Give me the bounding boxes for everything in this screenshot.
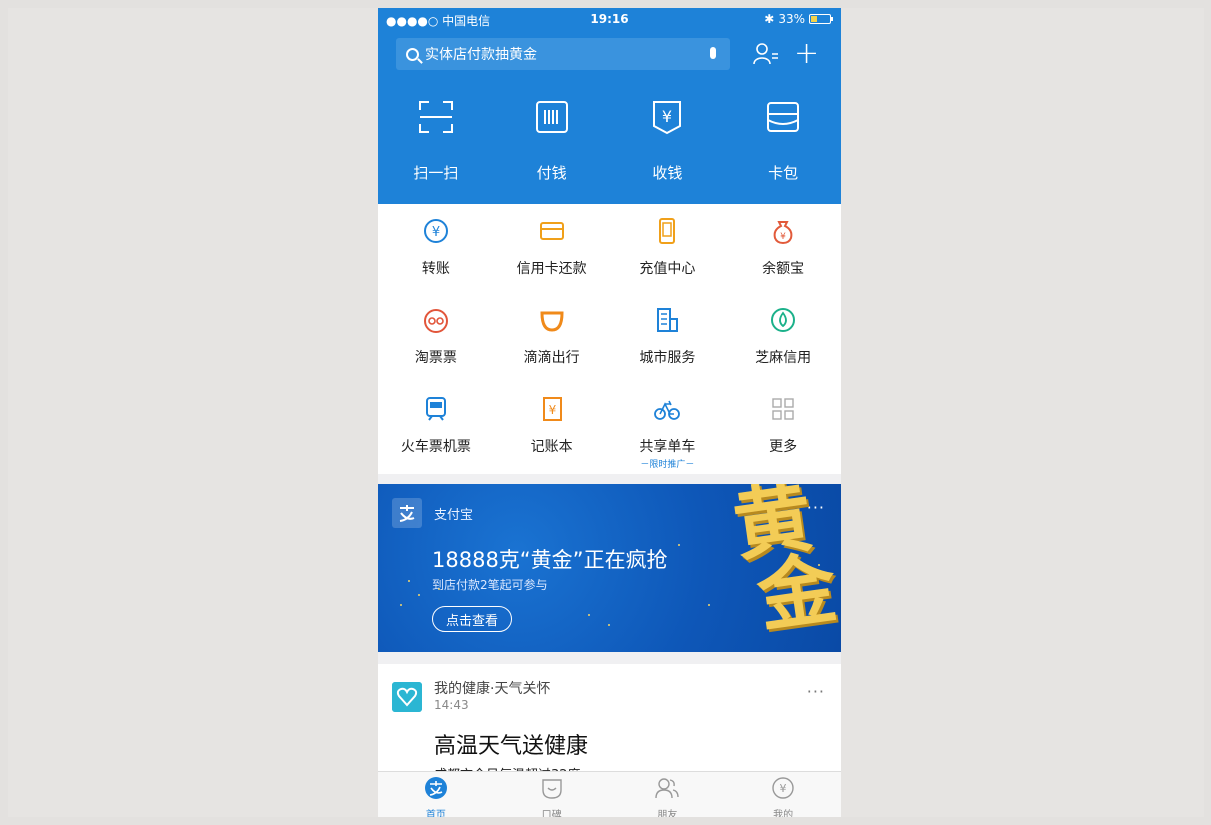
friends-icon bbox=[655, 778, 680, 799]
grid-item-bike[interactable]: 共享单车 －限时推广－ bbox=[610, 396, 726, 471]
svg-text:¥: ¥ bbox=[662, 107, 672, 126]
ledger-icon: ¥ bbox=[542, 397, 562, 421]
svg-text:¥: ¥ bbox=[780, 782, 787, 795]
grid-label: 转账 bbox=[421, 261, 450, 277]
tab-bar: 首页 口碑 朋友 ¥ 我的 bbox=[378, 771, 841, 817]
alipay-logo-icon bbox=[392, 498, 422, 528]
grid-item-transfer[interactable]: ¥ 转账 bbox=[378, 218, 494, 293]
transfer-icon: ¥ bbox=[423, 219, 448, 243]
tab-label: 口碑 bbox=[541, 810, 562, 817]
tab-label: 朋友 bbox=[657, 810, 678, 817]
tab-mine[interactable]: ¥ 我的 bbox=[725, 772, 841, 817]
health-time: 14:43 bbox=[434, 698, 469, 712]
grid-label: 充值中心 bbox=[639, 261, 696, 277]
search-icon bbox=[406, 47, 419, 61]
phone-screen: ●●●●○ 中国电信 19:16 ✱ 33% 实体店付款抽黄金 + 扫一扫 付钱… bbox=[378, 8, 841, 817]
phone-recharge-icon bbox=[659, 218, 676, 244]
grid-item-didi[interactable]: 滴滴出行 bbox=[494, 307, 610, 382]
grid-label: 更多 bbox=[769, 439, 798, 455]
barcode-icon bbox=[535, 101, 568, 133]
tab-friends[interactable]: 朋友 bbox=[610, 772, 726, 817]
health-card[interactable]: 我的健康·天气关怀 14:43 ··· 高温天气送健康 成都市今日气温超过32度 bbox=[378, 664, 841, 783]
banner-brand: 支付宝 bbox=[434, 508, 474, 523]
promo-banner[interactable]: 支付宝 ··· 18888克“黄金”正在疯抢 到店付款2笔起可参与 点击查看 黄… bbox=[378, 484, 841, 652]
grid-label: 火车票机票 bbox=[400, 439, 471, 455]
city-building-icon bbox=[657, 308, 679, 332]
quick-scan[interactable]: 扫一扫 bbox=[378, 98, 494, 183]
tab-label: 首页 bbox=[425, 810, 446, 817]
scan-icon bbox=[418, 101, 453, 133]
add-plus-icon[interactable]: + bbox=[794, 36, 819, 71]
quick-cards[interactable]: 卡包 bbox=[725, 98, 841, 183]
koubei-icon bbox=[541, 779, 562, 799]
grid-label: 记账本 bbox=[530, 439, 573, 455]
battery-percent: 33% bbox=[778, 12, 805, 26]
grid-item-taopiaopiao[interactable]: 淘票票 bbox=[378, 307, 494, 382]
grid-row: ¥ 转账 信用卡还款 充值中心 ¥ 余额宝 bbox=[378, 204, 841, 293]
train-icon bbox=[425, 397, 446, 421]
service-grid: ¥ 转账 信用卡还款 充值中心 ¥ 余额宝 淘票票 滴滴出行 城市服务 芝麻信用… bbox=[378, 204, 841, 474]
sesame-credit-icon bbox=[771, 308, 796, 332]
grid-label: 芝麻信用 bbox=[755, 350, 812, 366]
movie-ticket-icon bbox=[423, 309, 448, 333]
grid-item-train[interactable]: 火车票机票 bbox=[378, 396, 494, 471]
svg-text:¥: ¥ bbox=[432, 225, 440, 240]
grid-item-ledger[interactable]: ¥ 记账本 bbox=[494, 396, 610, 471]
contacts-icon[interactable] bbox=[752, 40, 780, 68]
bluetooth-icon: ✱ bbox=[764, 12, 775, 26]
search-bar[interactable]: 实体店付款抽黄金 bbox=[396, 38, 730, 70]
banner-title: 18888克“黄金”正在疯抢 bbox=[432, 548, 668, 572]
receive-money-icon: ¥ bbox=[653, 101, 682, 135]
grid-label: 信用卡还款 bbox=[516, 261, 587, 277]
grid-item-city-service[interactable]: 城市服务 bbox=[610, 307, 726, 382]
grid-label: 余额宝 bbox=[762, 261, 805, 277]
grid-item-credit-card[interactable]: 信用卡还款 bbox=[494, 218, 610, 293]
quick-label: 付钱 bbox=[536, 164, 567, 182]
more-grid-icon bbox=[772, 398, 794, 420]
grid-item-recharge[interactable]: 充值中心 bbox=[610, 218, 726, 293]
banner-subtitle: 到店付款2笔起可参与 bbox=[432, 578, 548, 592]
grid-item-sesame[interactable]: 芝麻信用 bbox=[725, 307, 841, 382]
quick-label: 收钱 bbox=[652, 164, 683, 182]
svg-text:¥: ¥ bbox=[780, 232, 786, 242]
card-wallet-icon bbox=[767, 102, 800, 132]
grid-item-yuebao[interactable]: ¥ 余额宝 bbox=[725, 218, 841, 293]
quick-pay[interactable]: 付钱 bbox=[494, 98, 610, 183]
tab-home[interactable]: 首页 bbox=[378, 772, 494, 817]
quick-label: 卡包 bbox=[768, 164, 799, 182]
tab-koubei[interactable]: 口碑 bbox=[494, 772, 610, 817]
search-placeholder: 实体店付款抽黄金 bbox=[425, 47, 537, 63]
grid-label: 城市服务 bbox=[639, 350, 696, 366]
header: ●●●●○ 中国电信 19:16 ✱ 33% 实体店付款抽黄金 + 扫一扫 付钱… bbox=[378, 8, 841, 204]
grid-row: 火车票机票 ¥ 记账本 共享单车 －限时推广－ 更多 bbox=[378, 382, 841, 471]
gold-char: 金 bbox=[752, 542, 841, 644]
health-headline: 高温天气送健康 bbox=[434, 734, 589, 759]
battery-icon bbox=[809, 14, 833, 24]
grid-label: 滴滴出行 bbox=[523, 350, 580, 366]
tab-label: 我的 bbox=[773, 810, 794, 817]
banner-gold-graphic: 黄 金 bbox=[728, 484, 841, 644]
money-bag-icon: ¥ bbox=[773, 221, 793, 245]
health-more-icon[interactable]: ··· bbox=[807, 682, 825, 701]
microphone-icon[interactable] bbox=[710, 47, 716, 59]
view-details-button[interactable]: 点击查看 bbox=[432, 606, 512, 632]
my-wallet-icon: ¥ bbox=[772, 777, 794, 799]
bicycle-icon bbox=[654, 400, 681, 420]
promo-tag: －限时推广－ bbox=[640, 460, 695, 470]
quick-label: 扫一扫 bbox=[413, 164, 459, 182]
grid-label: 共享单车 bbox=[639, 439, 696, 455]
quick-actions: 扫一扫 付钱 ¥ 收钱 卡包 bbox=[378, 98, 841, 183]
svg-text:¥: ¥ bbox=[548, 403, 556, 417]
health-heart-icon bbox=[392, 682, 422, 712]
grid-item-more[interactable]: 更多 bbox=[725, 396, 841, 471]
grid-row: 淘票票 滴滴出行 城市服务 芝麻信用 bbox=[378, 293, 841, 382]
grid-label: 淘票票 bbox=[414, 350, 457, 366]
status-right: ✱ 33% bbox=[764, 12, 833, 26]
home-alipay-icon bbox=[424, 777, 447, 799]
credit-card-icon bbox=[539, 222, 564, 240]
health-title: 我的健康·天气关怀 bbox=[434, 681, 551, 697]
didi-icon bbox=[540, 311, 564, 332]
quick-receive[interactable]: ¥ 收钱 bbox=[610, 98, 726, 183]
status-bar: ●●●●○ 中国电信 19:16 ✱ 33% bbox=[378, 8, 841, 30]
